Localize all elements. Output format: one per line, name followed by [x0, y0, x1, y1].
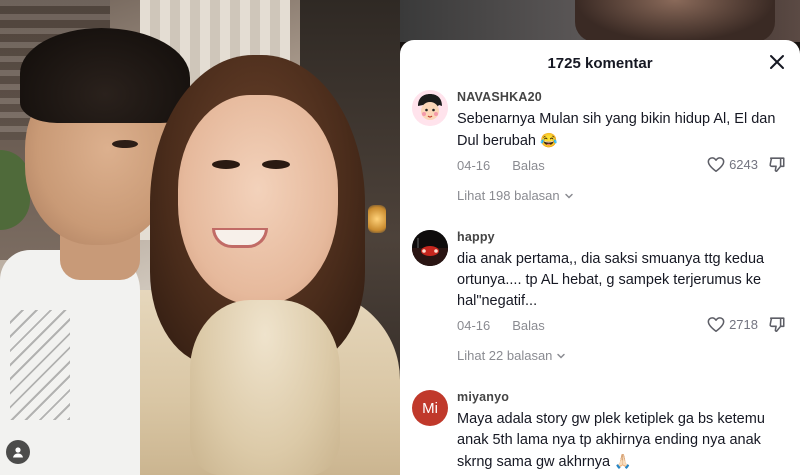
- cartoon-avatar-icon: [412, 90, 448, 126]
- heart-icon[interactable]: [707, 316, 725, 333]
- avatar[interactable]: [412, 90, 448, 126]
- avatar-initials: Mi: [422, 399, 438, 417]
- comment-username[interactable]: happy: [457, 230, 788, 244]
- video-background-face: [575, 0, 775, 42]
- comment-date: 04-16: [457, 158, 491, 173]
- comment-meta: 04-16 Balas: [457, 318, 545, 333]
- avatar[interactable]: Mi: [412, 390, 448, 426]
- comments-sheet: 1725 komentar NAVASHKA20 Sebenarnya Mula…: [400, 40, 800, 475]
- view-replies-label: Lihat 198 balasan: [457, 188, 560, 203]
- like-count: 6243: [729, 157, 758, 172]
- comment-text: Sebenarnya Mulan sih yang bikin hidup Al…: [457, 109, 788, 152]
- boy-eye: [112, 140, 138, 148]
- comment-body: NAVASHKA20 Sebenarnya Mulan sih yang bik…: [457, 90, 788, 152]
- woman-face: [178, 95, 338, 305]
- woman-eye-right: [262, 160, 290, 169]
- avatar[interactable]: [412, 230, 448, 266]
- close-icon[interactable]: [768, 53, 786, 71]
- user-icon: [13, 447, 23, 458]
- video-photo: [0, 0, 400, 475]
- comment-date: 04-16: [457, 318, 491, 333]
- like-count: 2718: [729, 317, 758, 332]
- comment-text: Maya adala story gw plek ketiplek ga bs …: [457, 409, 788, 473]
- comment-emoji: 🙏🏻: [614, 453, 632, 469]
- comment-emoji: 😂: [540, 132, 558, 148]
- profile-badge[interactable]: [6, 440, 30, 464]
- chevron-down-icon: [564, 193, 573, 199]
- comment-actions: 2718: [707, 316, 786, 333]
- heart-icon[interactable]: [707, 156, 725, 173]
- comment-text-content: Maya adala story gw plek ketiplek ga bs …: [457, 411, 765, 470]
- reply-button[interactable]: Balas: [512, 158, 545, 173]
- comment-body: miyanyo Maya adala story gw plek ketiple…: [457, 390, 788, 473]
- comment-username[interactable]: miyanyo: [457, 390, 788, 404]
- dislike-icon[interactable]: [768, 316, 786, 333]
- comment-count-title: 1725 komentar: [547, 54, 653, 72]
- comment-actions: 6243: [707, 156, 786, 173]
- view-replies-link[interactable]: Lihat 22 balasan: [457, 348, 566, 363]
- reply-button[interactable]: Balas: [512, 318, 545, 333]
- night-scene-avatar-icon: [412, 230, 448, 266]
- background-lamp: [368, 205, 386, 233]
- woman-eye-left: [212, 160, 240, 169]
- sheet-header: 1725 komentar: [400, 40, 800, 86]
- view-replies-label: Lihat 22 balasan: [457, 348, 553, 363]
- comment-text-content: Sebenarnya Mulan sih yang bikin hidup Al…: [457, 111, 776, 149]
- comment-username[interactable]: NAVASHKA20: [457, 90, 788, 104]
- boy-hair: [20, 28, 190, 123]
- dislike-icon[interactable]: [768, 156, 786, 173]
- view-replies-link[interactable]: Lihat 198 balasan: [457, 188, 574, 203]
- blouse-bow: [190, 300, 340, 475]
- chevron-down-icon: [557, 353, 566, 359]
- comment-text: dia anak pertama,, dia saksi smuanya ttg…: [457, 251, 765, 309]
- comment-body: happy dia anak pertama,, dia saksi smuan…: [457, 230, 788, 312]
- comments-panel: 1725 komentar NAVASHKA20 Sebenarnya Mula…: [400, 0, 800, 475]
- comment-meta: 04-16 Balas: [457, 158, 545, 173]
